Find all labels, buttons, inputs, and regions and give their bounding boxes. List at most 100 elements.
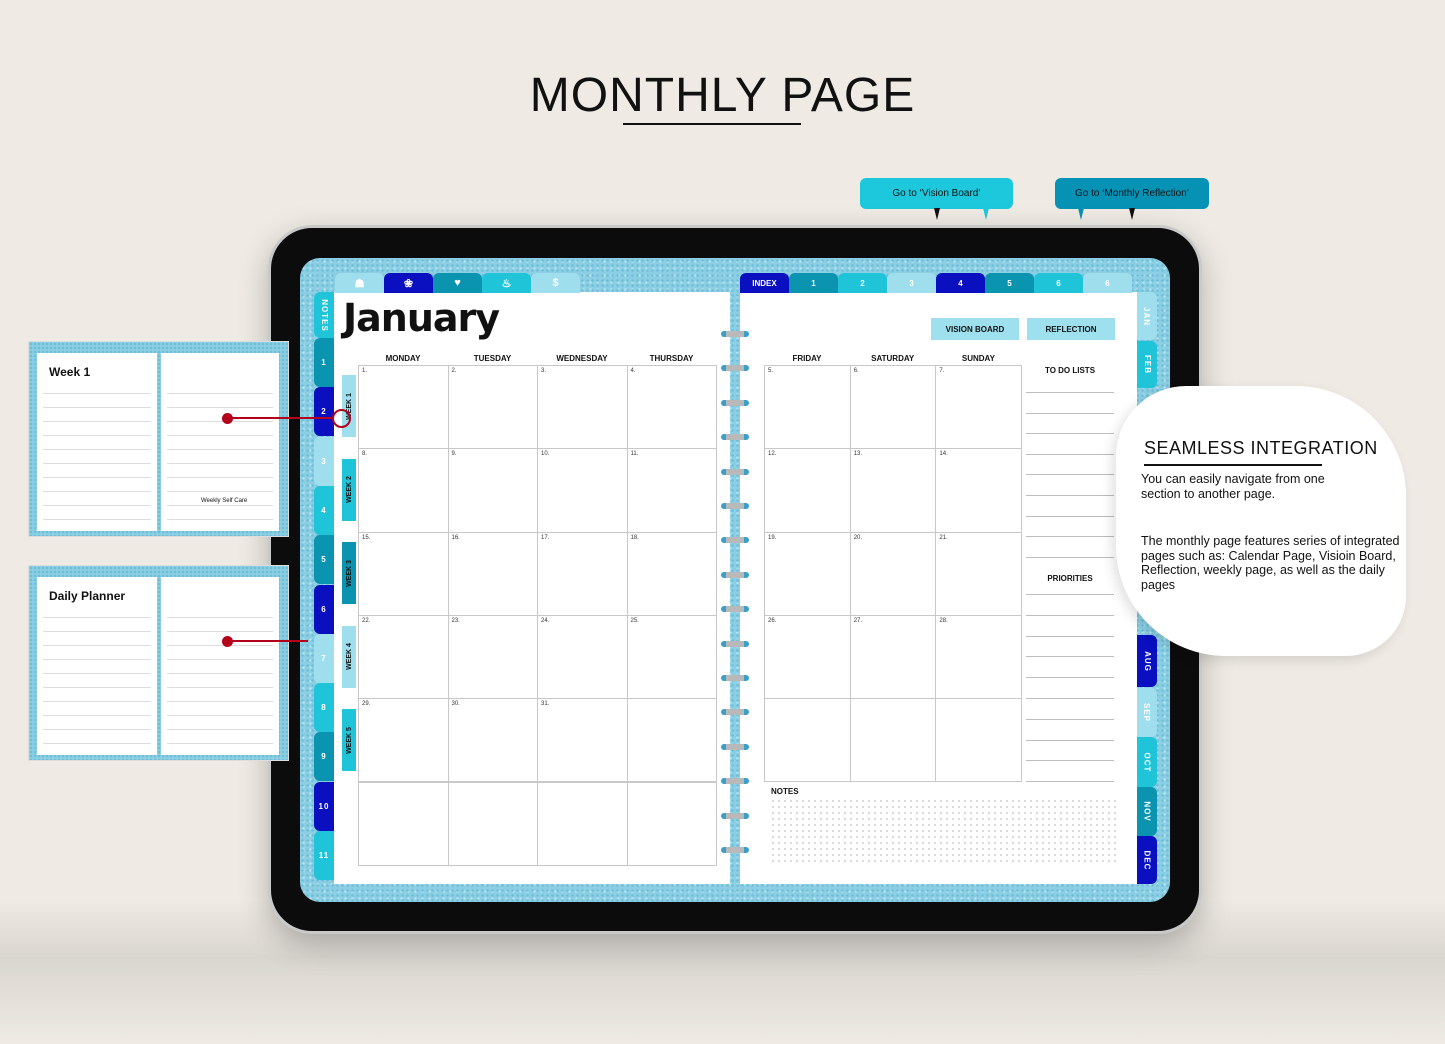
weekly-page-thumbnail[interactable]: Week 1 Weekly Self Care bbox=[28, 341, 289, 537]
todo-line[interactable] bbox=[1026, 392, 1114, 393]
calendar-day-cell[interactable]: 22. bbox=[358, 614, 449, 700]
priority-line[interactable] bbox=[1026, 760, 1114, 762]
notes-dot-grid[interactable] bbox=[770, 798, 1117, 862]
week-link-5[interactable]: WEEK 5 bbox=[342, 709, 356, 771]
month-tab-nov[interactable]: NOV bbox=[1137, 787, 1157, 836]
top-tab-3[interactable]: 3 bbox=[887, 273, 936, 293]
todo-line[interactable] bbox=[1026, 412, 1114, 414]
calendar-day-cell[interactable]: 7. bbox=[935, 365, 1023, 450]
week-link-2[interactable]: WEEK 2 bbox=[342, 458, 356, 521]
calendar-day-cell[interactable] bbox=[626, 781, 717, 866]
calendar-day-cell[interactable] bbox=[358, 781, 449, 866]
top-tab-2[interactable]: 2 bbox=[838, 273, 887, 293]
calendar-day-cell[interactable]: 6. bbox=[849, 365, 937, 450]
calendar-day-cell[interactable] bbox=[537, 781, 628, 866]
section-tab[interactable]: ♨ bbox=[482, 273, 531, 293]
priority-line[interactable] bbox=[1026, 614, 1114, 616]
side-tab-4[interactable]: 4 bbox=[314, 485, 334, 535]
top-tab-6[interactable]: 6 bbox=[1034, 273, 1083, 293]
calendar-day-cell[interactable]: 17. bbox=[537, 531, 628, 616]
side-tab-11[interactable]: 11 bbox=[314, 831, 334, 880]
side-tab-2[interactable]: 2 bbox=[314, 387, 334, 437]
calendar-day-cell[interactable]: 11. bbox=[626, 448, 717, 533]
calendar-day-cell[interactable]: 3. bbox=[537, 365, 628, 450]
calendar-day-cell[interactable]: 1. bbox=[358, 365, 449, 450]
side-tab-notes[interactable]: NOTES bbox=[314, 292, 334, 338]
priority-line[interactable] bbox=[1026, 635, 1114, 637]
vision-board-button[interactable]: VISION BOARD bbox=[931, 318, 1019, 340]
priority-line[interactable] bbox=[1026, 677, 1114, 679]
calendar-day-cell[interactable] bbox=[935, 698, 1023, 783]
priority-line[interactable] bbox=[1026, 656, 1114, 658]
priority-line[interactable] bbox=[1026, 698, 1114, 699]
priority-line[interactable] bbox=[1026, 594, 1114, 595]
calendar-day-cell[interactable]: 4. bbox=[626, 365, 717, 450]
top-tab-5[interactable]: 5 bbox=[985, 273, 1034, 293]
calendar-day-cell[interactable]: 23. bbox=[447, 614, 538, 700]
todo-line[interactable] bbox=[1026, 474, 1114, 476]
side-tab-10[interactable]: 10 bbox=[314, 781, 334, 831]
month-tab-aug[interactable]: AUG bbox=[1137, 635, 1157, 687]
calendar-day-cell[interactable]: 21. bbox=[935, 531, 1023, 616]
calendar-day-cell[interactable]: 12. bbox=[764, 448, 851, 533]
side-tab-5[interactable]: 5 bbox=[314, 535, 334, 585]
calendar-day-cell[interactable]: 19. bbox=[764, 531, 851, 616]
top-tab-6[interactable]: 6 bbox=[1083, 273, 1132, 293]
calendar-day-cell[interactable]: 14. bbox=[935, 448, 1023, 533]
priority-line[interactable] bbox=[1026, 718, 1114, 720]
section-tab[interactable]: $ bbox=[531, 273, 580, 293]
todo-line[interactable] bbox=[1026, 515, 1114, 517]
todo-line[interactable] bbox=[1026, 495, 1114, 496]
calendar-day-cell[interactable]: 15. bbox=[358, 531, 449, 616]
calendar-day-cell[interactable]: 31. bbox=[537, 698, 628, 783]
calendar-day-cell[interactable]: 5. bbox=[764, 365, 851, 450]
calendar-day-cell[interactable]: 10. bbox=[537, 448, 628, 533]
daily-planner-thumbnail[interactable]: Daily Planner bbox=[28, 565, 289, 761]
top-tab-4[interactable]: 4 bbox=[936, 273, 985, 293]
calendar-day-cell[interactable] bbox=[447, 781, 538, 866]
calendar-day-cell[interactable]: 30. bbox=[447, 698, 538, 783]
side-tab-9[interactable]: 9 bbox=[314, 732, 334, 782]
side-tab-3[interactable]: 3 bbox=[314, 436, 334, 486]
todo-line[interactable] bbox=[1026, 453, 1114, 455]
month-tab-sep[interactable]: SEP bbox=[1137, 688, 1157, 737]
todo-line[interactable] bbox=[1026, 536, 1114, 538]
section-tab[interactable]: ♥ bbox=[433, 273, 482, 293]
todo-line[interactable] bbox=[1026, 556, 1114, 558]
reflection-button[interactable]: REFLECTION bbox=[1027, 318, 1115, 340]
section-tab[interactable]: ☗ bbox=[335, 273, 384, 293]
calendar-day-cell[interactable]: 24. bbox=[537, 614, 628, 700]
side-tab-1[interactable]: 1 bbox=[314, 338, 334, 387]
priority-line[interactable] bbox=[1026, 781, 1114, 783]
month-tab-oct[interactable]: OCT bbox=[1137, 737, 1157, 787]
week-link-4[interactable]: WEEK 4 bbox=[342, 625, 356, 688]
calendar-day-cell[interactable]: 8. bbox=[358, 448, 449, 533]
calendar-day-cell[interactable]: 16. bbox=[447, 531, 538, 616]
top-tab-index[interactable]: INDEX bbox=[740, 273, 789, 293]
calendar-day-cell[interactable]: 9. bbox=[447, 448, 538, 533]
calendar-day-cell[interactable]: 25. bbox=[626, 614, 717, 700]
side-tab-8[interactable]: 8 bbox=[314, 683, 334, 733]
month-tab-jan[interactable]: JAN bbox=[1137, 292, 1157, 340]
calendar-day-cell[interactable] bbox=[849, 698, 937, 783]
month-tab-feb[interactable]: FEB bbox=[1137, 341, 1157, 388]
calendar-day-cell[interactable]: 20. bbox=[849, 531, 937, 616]
section-tab[interactable]: ❀ bbox=[384, 273, 433, 293]
side-tab-7[interactable]: 7 bbox=[314, 633, 334, 683]
calendar-day-cell[interactable]: 27. bbox=[849, 614, 937, 700]
month-tab-dec[interactable]: DEC bbox=[1137, 836, 1157, 884]
calendar-day-cell[interactable]: 28. bbox=[935, 614, 1023, 700]
priority-line[interactable] bbox=[1026, 739, 1114, 741]
calendar-day-cell[interactable]: 2. bbox=[447, 365, 538, 450]
week-link-1[interactable]: WEEK 1 bbox=[342, 375, 356, 437]
calendar-day-cell[interactable]: 26. bbox=[764, 614, 851, 700]
calendar-day-cell[interactable] bbox=[626, 698, 717, 783]
week-link-3[interactable]: WEEK 3 bbox=[342, 542, 356, 604]
todo-line[interactable] bbox=[1026, 433, 1114, 435]
top-tab-1[interactable]: 1 bbox=[789, 273, 838, 293]
side-tab-6[interactable]: 6 bbox=[314, 584, 334, 634]
calendar-day-cell[interactable] bbox=[764, 698, 851, 783]
calendar-day-cell[interactable]: 13. bbox=[849, 448, 937, 533]
calendar-day-cell[interactable]: 18. bbox=[626, 531, 717, 616]
calendar-day-cell[interactable]: 29. bbox=[358, 698, 449, 783]
